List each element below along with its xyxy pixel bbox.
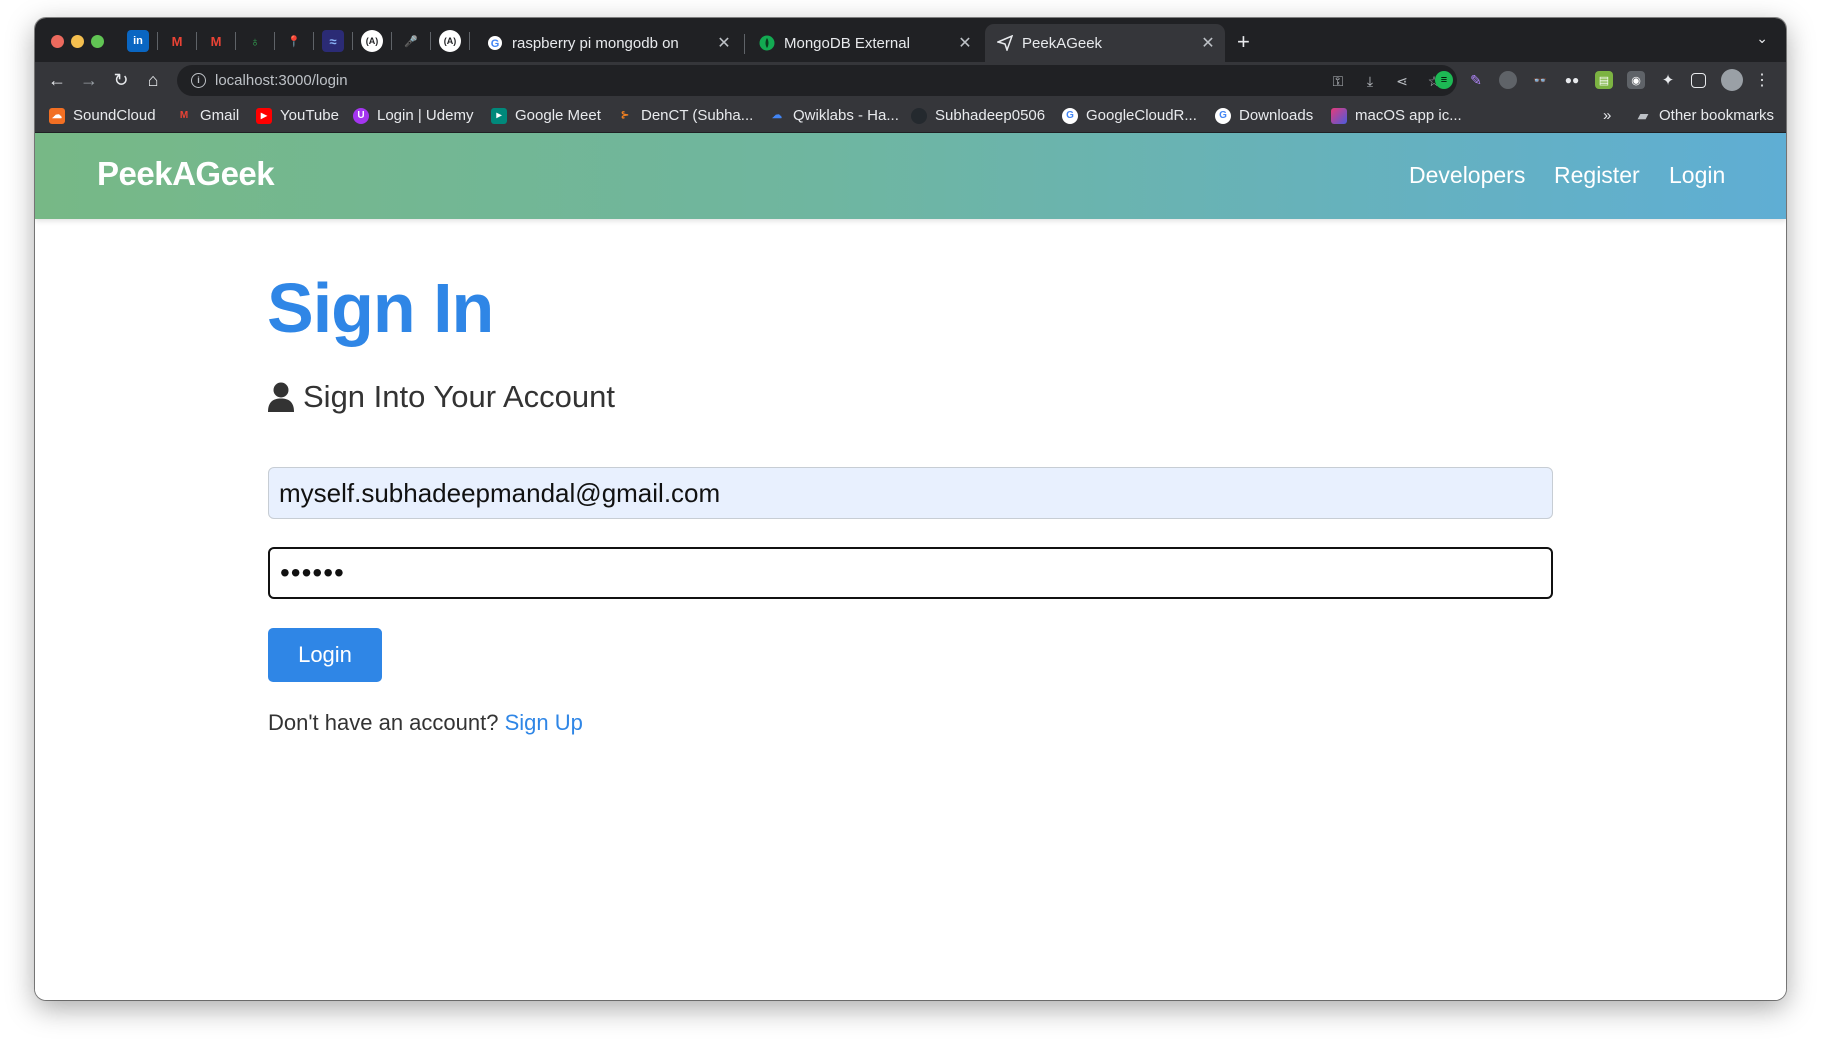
home-icon[interactable]: ⌂ <box>140 67 166 93</box>
bookmark-downloads[interactable]: G Downloads <box>1215 107 1313 124</box>
signup-prompt: Don't have an account? <box>268 710 499 735</box>
page-viewport: PeekAGeek Developers Register Login Sign… <box>35 133 1786 1000</box>
new-tab-button[interactable]: + <box>1237 29 1250 55</box>
close-tab-icon[interactable]: ✕ <box>954 33 976 53</box>
bookmark-qwiklabs[interactable]: ☁ Qwiklabs - Ha... <box>769 107 899 124</box>
google-icon: G <box>1062 107 1078 124</box>
tab-peekageek[interactable]: PeekAGeek ✕ <box>985 24 1225 62</box>
key-icon[interactable]: ⚿ <box>1328 71 1348 91</box>
user-icon <box>268 382 294 412</box>
bookmark-google-meet[interactable]: ▸ Google Meet <box>491 107 601 124</box>
pinned-tab-app-icon[interactable]: (A) <box>439 30 461 52</box>
browser-toolbar: ← → ↻ ⌂ i localhost:3000/login ⚿ ⤓ ⋖ ☆ ≡… <box>35 62 1786 99</box>
tab-search-chevron-icon[interactable]: ⌄ <box>1756 30 1768 47</box>
site-info-icon[interactable]: i <box>191 73 206 88</box>
brand-logo[interactable]: PeekAGeek <box>97 155 275 193</box>
password-field[interactable] <box>268 547 1553 599</box>
profile-avatar[interactable] <box>1721 69 1743 91</box>
address-bar[interactable]: i localhost:3000/login ⚿ ⤓ ⋖ ☆ <box>177 65 1457 96</box>
maximize-window-button[interactable] <box>91 35 104 48</box>
nav-link-login[interactable]: Login <box>1669 162 1725 189</box>
camera-extension-icon[interactable]: ◉ <box>1627 71 1645 89</box>
minimize-window-button[interactable] <box>71 35 84 48</box>
gmail-icon: M <box>179 110 189 121</box>
medium-extension-icon[interactable]: ●● <box>1563 71 1581 89</box>
close-tab-icon[interactable]: ✕ <box>1197 33 1219 53</box>
side-panel-icon[interactable] <box>1691 73 1706 88</box>
bookmark-udemy[interactable]: U Login | Udemy <box>353 107 473 124</box>
bookmark-github[interactable]: Subhadeep0506 <box>911 107 1045 124</box>
page-title: Sign In <box>267 269 494 347</box>
close-tab-icon[interactable]: ✕ <box>713 33 735 53</box>
extension-icon[interactable]: ▤ <box>1595 71 1613 89</box>
more-menu-icon[interactable]: ⋮ <box>1753 71 1771 89</box>
bookmark-googlecloudr[interactable]: G GoogleCloudR... <box>1062 107 1197 124</box>
mongodb-leaf-icon <box>759 35 775 51</box>
bookmark-youtube[interactable]: ▶ YouTube <box>256 107 339 124</box>
soundcloud-icon: ☁ <box>49 107 65 124</box>
forward-arrow-icon[interactable]: → <box>76 67 102 93</box>
spotify-extension-icon[interactable]: ≡ <box>1435 71 1453 89</box>
sign-in-subtitle: Sign Into Your Account <box>267 379 615 415</box>
puzzle-extensions-icon[interactable]: ✦ <box>1659 71 1677 89</box>
bookmark-macos-app-icons[interactable]: macOS app ic... <box>1331 107 1462 124</box>
url-text: localhost:3000/login <box>215 72 348 89</box>
google-meet-icon: ▸ <box>491 107 507 124</box>
tab-title: raspberry pi mongodb on <box>512 34 679 52</box>
install-app-icon[interactable]: ⤓ <box>1360 71 1380 91</box>
pinned-tab-linkedin-icon[interactable]: in <box>127 30 149 52</box>
extension-icon[interactable] <box>1499 71 1517 89</box>
pinned-tab-app-icon[interactable]: ≈ <box>322 30 344 52</box>
bookmark-gmail[interactable]: M Gmail <box>176 107 239 124</box>
pen-extension-icon[interactable]: ✎ <box>1467 71 1485 89</box>
share-icon[interactable]: ⋖ <box>1392 71 1412 91</box>
back-arrow-icon[interactable]: ← <box>44 67 70 93</box>
glasses-extension-icon[interactable]: 👓 <box>1531 71 1549 89</box>
signup-link[interactable]: Sign Up <box>505 710 583 735</box>
nav-link-developers[interactable]: Developers <box>1409 162 1525 189</box>
google-icon: G <box>487 35 503 51</box>
email-field[interactable] <box>268 467 1553 519</box>
pinned-tab-keep-icon[interactable]: 📍 <box>283 30 305 52</box>
tab-mongodb-external[interactable]: MongoDB External ✕ <box>747 24 982 62</box>
youtube-icon: ▶ <box>256 107 272 124</box>
tab-title: MongoDB External <box>784 34 910 52</box>
close-window-button[interactable] <box>51 35 64 48</box>
pinned-tab-gmail-icon[interactable]: M <box>166 30 188 52</box>
pinned-tab-leaf-icon[interactable]: ♁ <box>244 30 266 52</box>
svg-text:G: G <box>491 38 500 50</box>
github-icon <box>911 107 927 124</box>
bookmarks-bar: ☁ SoundCloud M Gmail ▶ YouTube U Login | Ude… <box>35 99 1786 133</box>
pinned-tab-app-icon[interactable]: (A) <box>361 30 383 52</box>
nav-link-register[interactable]: Register <box>1554 162 1640 189</box>
bookmark-soundcloud[interactable]: ☁ SoundCloud <box>49 107 156 124</box>
udemy-icon: U <box>353 107 369 124</box>
pinned-tab-gmail-icon[interactable]: M <box>205 30 227 52</box>
login-button[interactable]: Login <box>268 628 382 682</box>
reload-icon[interactable]: ↻ <box>108 67 134 93</box>
lead-text: Sign Into Your Account <box>303 379 615 414</box>
other-bookmarks[interactable]: ▰ Other bookmarks <box>1635 107 1774 124</box>
tab-title: PeekAGeek <box>1022 34 1103 52</box>
site-navbar: PeekAGeek Developers Register Login <box>35 133 1786 219</box>
macos-app-icon <box>1331 107 1347 124</box>
denct-icon: ⊱ <box>620 110 630 121</box>
browser-window: in M M ♁ 📍 ≈ (A) 🎤 (A) G raspberry pi mo… <box>35 18 1786 1000</box>
signup-prompt-line: Don't have an account? Sign Up <box>268 710 583 736</box>
tab-strip: in M M ♁ 📍 ≈ (A) 🎤 (A) G raspberry pi mo… <box>35 18 1786 62</box>
google-cloud-icon: ☁ <box>772 110 782 121</box>
tab-raspberry-pi[interactable]: G raspberry pi mongodb on ✕ <box>475 24 741 62</box>
bookmarks-overflow-chevron-icon[interactable]: » <box>1603 107 1611 124</box>
google-icon: G <box>1215 107 1231 124</box>
bookmark-denct[interactable]: ⊱ DenCT (Subha... <box>617 107 753 124</box>
send-arrow-icon <box>997 35 1013 51</box>
folder-icon: ▰ <box>1638 107 1648 123</box>
pinned-tab-mic-icon[interactable]: 🎤 <box>400 30 422 52</box>
